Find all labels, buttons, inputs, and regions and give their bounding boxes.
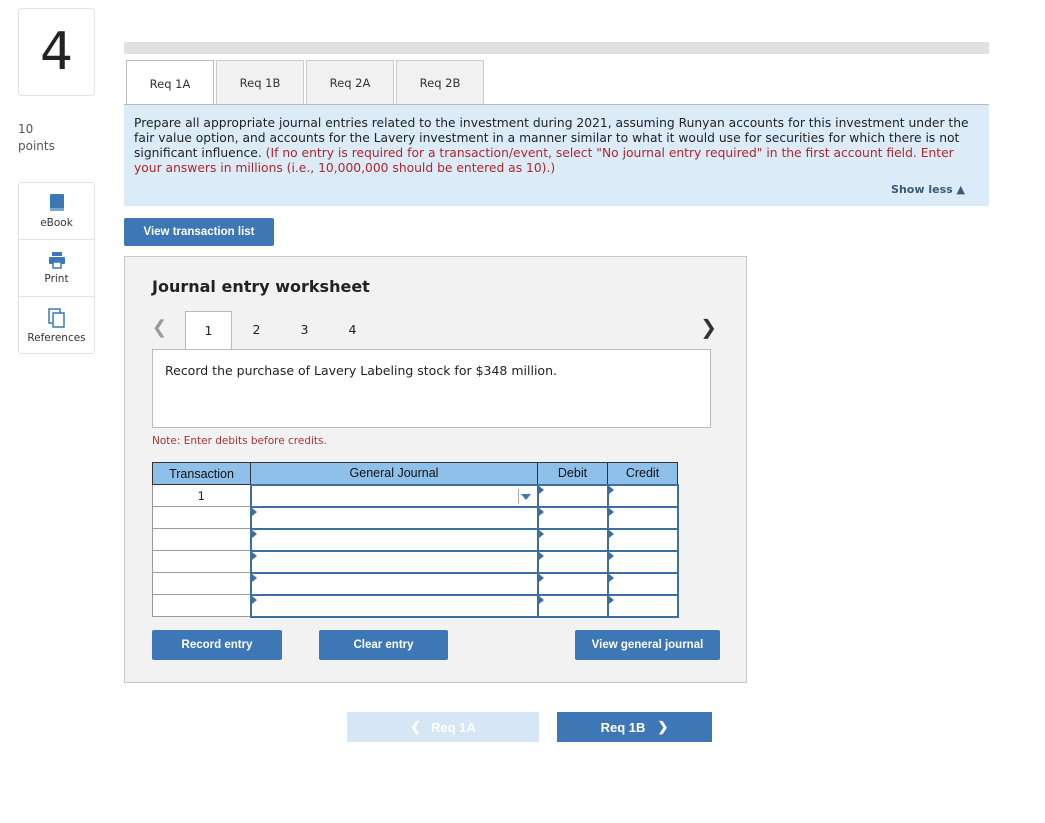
debit-input[interactable] [536,527,609,552]
prev-req-button[interactable]: ❮ Req 1A [347,712,539,742]
worksheet-pager: ❮ 1 2 3 4 ❯ [152,311,717,349]
documents-icon [47,307,65,328]
account-select[interactable] [249,505,539,530]
credit-input[interactable] [606,593,679,618]
tab-req-1b[interactable]: Req 1B [216,60,304,105]
table-row: 1 [152,483,679,508]
chevron-right-icon: ❯ [657,719,669,734]
print-label: Print [44,273,69,285]
tools-panel: eBook Print References [18,182,95,354]
page-3[interactable]: 3 [281,311,328,347]
debit-input[interactable] [536,593,609,618]
transaction-cell [152,528,251,551]
chevron-right-icon[interactable]: ❯ [700,315,717,339]
next-req-button[interactable]: Req 1B ❯ [557,712,712,742]
credit-input[interactable] [606,549,679,574]
tab-req-2a[interactable]: Req 2A [306,60,394,105]
col-debit: Debit [537,462,608,485]
debit-input[interactable] [536,549,609,574]
requirement-tabs: Req 1A Req 1B Req 2A Req 2B [126,60,486,106]
credit-input[interactable] [606,527,679,552]
progress-bar [124,42,989,54]
table-row [152,505,679,530]
table-row [152,593,679,618]
account-select[interactable] [249,593,539,618]
credit-input[interactable] [606,571,679,596]
journal-worksheet: Journal entry worksheet ❮ 1 2 3 4 ❯ Reco… [124,256,747,683]
chevron-left-icon: ❮ [410,719,422,734]
show-less-link[interactable]: Show less ▲ [891,182,965,197]
worksheet-title: Journal entry worksheet [152,277,370,296]
col-transaction: Transaction [152,462,251,485]
ebook-label: eBook [40,217,73,229]
printer-icon [48,252,65,269]
caret-up-icon: ▲ [956,183,965,196]
transaction-cell [152,594,251,617]
table-row [152,527,679,552]
show-less-label: Show less [891,183,953,196]
points-value: 10 [18,122,34,136]
page-4[interactable]: 4 [329,311,376,347]
tab-req-2b[interactable]: Req 2B [396,60,484,105]
points-label: points [18,139,55,153]
debit-input[interactable] [536,505,609,530]
references-tool[interactable]: References [19,297,94,354]
credit-input[interactable] [606,483,679,508]
page-2[interactable]: 2 [233,311,280,347]
account-select[interactable] [249,527,539,552]
credit-input[interactable] [606,505,679,530]
table-row [152,549,679,574]
account-select[interactable] [249,549,539,574]
view-general-journal-button[interactable]: View general journal [575,630,720,660]
debit-input[interactable] [536,571,609,596]
col-general-journal: General Journal [250,462,538,485]
dropdown-arrow-icon[interactable] [520,493,531,500]
chevron-left-icon[interactable]: ❮ [152,317,167,338]
points-info: 10 points [18,121,55,155]
ebook-tool[interactable]: eBook [19,183,94,240]
transaction-cell [152,572,251,595]
clear-entry-button[interactable]: Clear entry [319,630,448,660]
book-icon [49,194,64,211]
journal-table: Transaction General Journal Debit Credit… [152,462,679,618]
col-credit: Credit [607,462,678,485]
tab-req-1a[interactable]: Req 1A [126,60,214,106]
instructions-box: Prepare all appropriate journal entries … [124,104,989,206]
transaction-description: Record the purchase of Lavery Labeling s… [152,349,711,428]
account-select[interactable] [249,483,539,508]
prev-req-label: Req 1A [431,719,476,735]
record-entry-button[interactable]: Record entry [152,630,282,660]
account-select[interactable] [249,571,539,596]
transaction-cell [152,550,251,573]
page-1[interactable]: 1 [185,311,232,349]
references-label: References [27,331,86,344]
transaction-cell [152,506,251,529]
next-req-label: Req 1B [600,719,646,735]
question-number: 4 [18,8,95,96]
view-transaction-list-button[interactable]: View transaction list [124,218,274,246]
print-tool[interactable]: Print [19,240,94,297]
transaction-cell: 1 [152,484,251,507]
debit-credit-note: Note: Enter debits before credits. [152,435,327,447]
table-row [152,571,679,596]
debit-input[interactable] [536,483,609,508]
